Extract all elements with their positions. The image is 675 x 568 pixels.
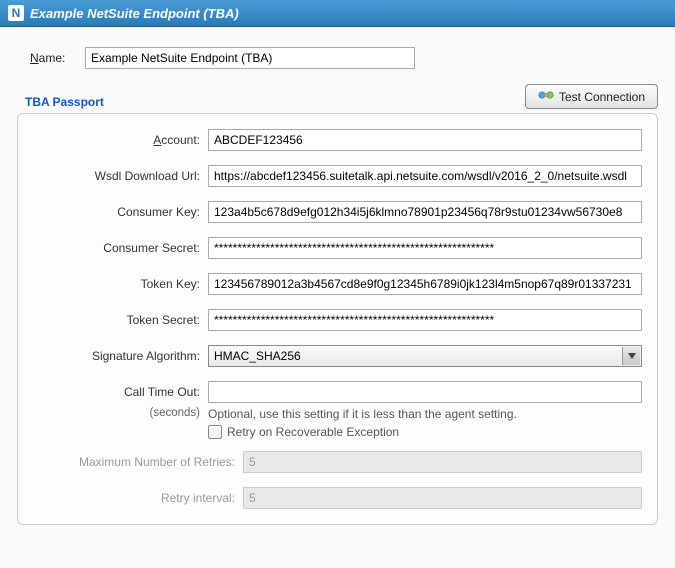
consumer-key-label: Consumer Key: [23, 205, 208, 219]
retry-interval-label: Retry interval: [58, 491, 243, 505]
test-connection-icon [538, 88, 554, 105]
max-retries-label: Maximum Number of Retries: [58, 455, 243, 469]
retry-checkbox-row: Retry on Recoverable Exception [208, 425, 642, 439]
tba-passport-fieldset: Account: Wsdl Download Url: Consumer Key… [17, 113, 658, 525]
max-retries-input [243, 451, 642, 473]
window-header: N Example NetSuite Endpoint (TBA) [0, 0, 675, 27]
account-input[interactable] [208, 129, 642, 151]
content-area: Name: TBA Passport Test Connection Accou… [0, 27, 675, 535]
call-timeout-label: Call Time Out: [23, 385, 208, 399]
token-key-label: Token Key: [23, 277, 208, 291]
wsdl-label: Wsdl Download Url: [23, 169, 208, 183]
test-connection-label: Test Connection [559, 90, 645, 104]
name-input[interactable] [85, 47, 415, 69]
call-timeout-input[interactable] [208, 381, 642, 403]
token-key-input[interactable] [208, 273, 642, 295]
wsdl-input[interactable] [208, 165, 642, 187]
retry-interval-input [243, 487, 642, 509]
signature-algorithm-value[interactable] [208, 345, 642, 367]
name-label: Name: [15, 51, 85, 65]
name-row: Name: [15, 47, 660, 69]
token-secret-label: Token Secret: [23, 313, 208, 327]
window-title: Example NetSuite Endpoint (TBA) [30, 6, 239, 21]
retry-checkbox[interactable] [208, 425, 222, 439]
account-label: Account: [23, 133, 208, 147]
section-header-row: TBA Passport Test Connection [25, 84, 658, 113]
timeout-unit-label: (seconds) [23, 407, 208, 439]
consumer-secret-input[interactable] [208, 237, 642, 259]
signature-algorithm-select[interactable] [208, 345, 642, 367]
token-secret-input[interactable] [208, 309, 642, 331]
app-icon: N [8, 5, 24, 21]
consumer-key-input[interactable] [208, 201, 642, 223]
consumer-secret-label: Consumer Secret: [23, 241, 208, 255]
signature-algorithm-label: Signature Algorithm: [23, 349, 208, 363]
section-title: TBA Passport [25, 95, 104, 113]
test-connection-button[interactable]: Test Connection [525, 84, 658, 109]
retry-checkbox-label: Retry on Recoverable Exception [227, 425, 399, 439]
timeout-hint: Optional, use this setting if it is less… [208, 407, 642, 439]
timeout-hint-row: (seconds) Optional, use this setting if … [23, 407, 642, 439]
